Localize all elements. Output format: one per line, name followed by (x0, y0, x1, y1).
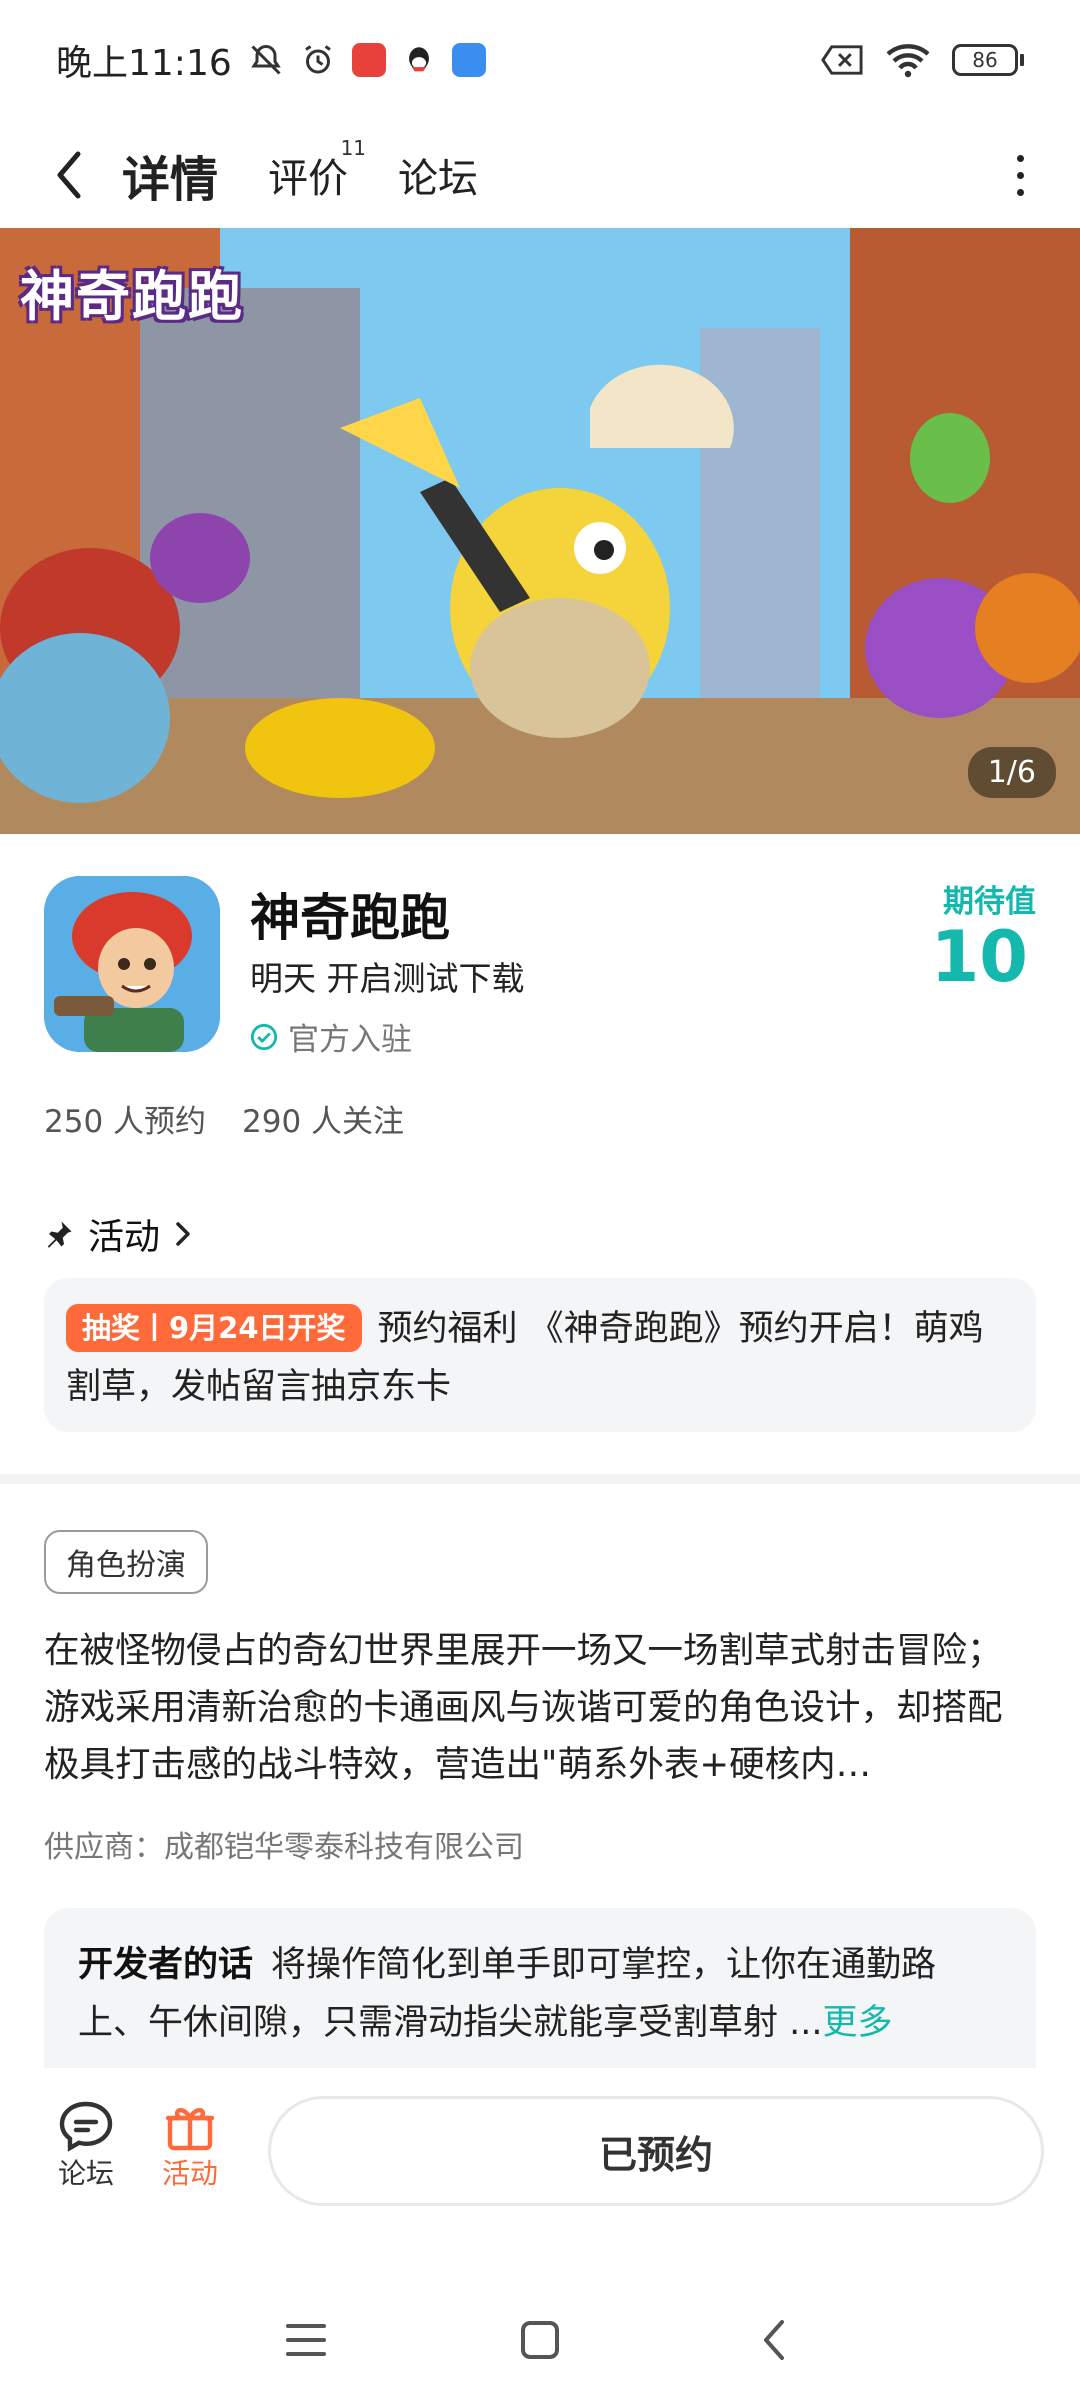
wallet-app-icon (451, 43, 486, 77)
chevron-left-icon (764, 2320, 784, 2360)
more-dot (1016, 154, 1024, 162)
more-dot (1016, 188, 1024, 196)
tab-reviews-badge: 11 (340, 136, 367, 160)
pin-icon (47, 1221, 72, 1248)
qq-icon (408, 47, 429, 72)
verified-check-icon (250, 1023, 278, 1050)
game-description[interactable]: 在被怪物侵占的奇幻世界里展开一场又一场割草式射击冒险；游戏采用清新治愈的卡通画风… (44, 1622, 1036, 1793)
developer-note-label: 开发者的话 (78, 1945, 254, 1985)
status-bar: 晚上11:16 86 (0, 0, 1080, 120)
back-button[interactable] (44, 140, 94, 210)
wifi-icon (886, 44, 930, 78)
activity-label: 活动 (161, 2157, 218, 2190)
bell-off-icon (250, 44, 281, 75)
top-nav: 详情 评价 11 论坛 (0, 120, 1080, 230)
tab-details[interactable]: 详情 (114, 130, 227, 220)
app-name: 神奇跑跑 (250, 889, 450, 947)
status-icons-left (248, 42, 486, 78)
sim-off-icon (821, 45, 863, 75)
tab-reviews-label: 评价 (268, 156, 349, 202)
genre-tag[interactable]: 角色扮演 (44, 1530, 208, 1594)
official-label: 官方入驻 (288, 1022, 412, 1058)
follower-count: 290 人关注 (242, 1104, 405, 1140)
activity-button[interactable]: 活动 (150, 2100, 230, 2192)
forum-label: 论坛 (57, 2157, 114, 2190)
app-notification-icon (351, 43, 386, 77)
chat-bubble-icon (59, 2101, 113, 2152)
banner-game-logo: 神奇跑跑 (20, 265, 244, 328)
alarm-icon (304, 45, 331, 74)
square-icon (521, 2321, 559, 2359)
bottom-action-bar: 论坛 活动 已预约 (0, 2070, 1080, 2240)
developer-note-more-link[interactable]: 更多 (823, 2003, 893, 2043)
tab-forum-label: 论坛 (398, 156, 479, 202)
system-back-button[interactable] (744, 2310, 804, 2370)
battery-cap (1020, 54, 1024, 66)
home-button[interactable] (510, 2310, 570, 2370)
recents-button[interactable] (276, 2310, 336, 2370)
banner-page-counter: 1/6 (967, 747, 1056, 798)
app-icon-character (44, 876, 220, 1052)
app-release-info: 明天 开启测试下载 (250, 959, 525, 998)
battery-indicator: 86 (952, 44, 1024, 76)
gift-icon (165, 2108, 215, 2151)
stats-row: 250 人预约 290 人关注 (44, 1096, 404, 1141)
status-icons-right: 86 (820, 42, 1024, 78)
section-divider (0, 1474, 1080, 1484)
tab-forum[interactable]: 论坛 (394, 136, 482, 214)
chevron-left-icon (57, 151, 81, 199)
official-badge: 官方入驻 (250, 1014, 412, 1059)
activity-header[interactable]: 活动 (44, 1208, 192, 1260)
lottery-tag: 抽奖丨9月24日开奖 (66, 1304, 362, 1352)
activity-card[interactable]: 抽奖丨9月24日开奖 预约福利 《神奇跑跑》预约开启！萌鸡割草，发帖留言抽京东卡 (44, 1278, 1036, 1432)
menu-icon (286, 2324, 326, 2356)
app-icon (44, 876, 220, 1052)
status-time: 晚上11:16 (56, 43, 232, 84)
expectation-score: 10 (930, 916, 1028, 998)
reservation-count: 250 人预约 (44, 1104, 207, 1140)
forum-button[interactable]: 论坛 (46, 2100, 126, 2192)
activity-title: 活动 (88, 1217, 161, 1258)
system-navigation-bar (0, 2270, 1080, 2400)
game-banner-carousel[interactable]: 神奇跑跑 1/6 (0, 228, 1080, 834)
battery-level: 86 (952, 44, 1018, 76)
more-dot (1016, 171, 1024, 179)
more-options-button[interactable] (1000, 140, 1040, 210)
developer-note-card[interactable]: 开发者的话 将操作简化到单手即可掌控，让你在通勤路上、午休间隙，只需滑动指尖就能享… (44, 1908, 1036, 2068)
expectation-label: 期待值 (943, 884, 1036, 920)
tab-details-label: 详情 (122, 152, 219, 208)
tab-reviews[interactable]: 评价 11 (264, 136, 366, 214)
reserved-button[interactable]: 已预约 (268, 2096, 1044, 2206)
chevron-right-icon (176, 1222, 190, 1246)
app-info-section: 神奇跑跑 明天 开启测试下载 官方入驻 期待值 10 (44, 876, 1036, 1059)
supplier-info: 供应商：成都铠华零泰科技有限公司 (44, 1830, 524, 1865)
